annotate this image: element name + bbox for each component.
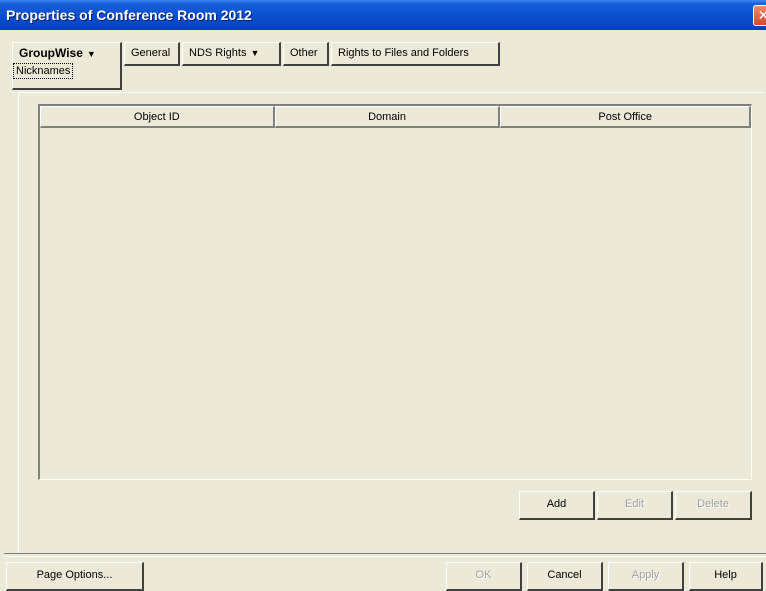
tab-label: Rights to Files and Folders <box>338 47 469 59</box>
table-header: Object ID Domain Post Office <box>40 106 751 128</box>
delete-button[interactable]: Delete <box>675 491 752 520</box>
tab-rights-to-files-and-folders[interactable]: Rights to Files and Folders <box>331 42 500 66</box>
ok-button[interactable]: OK <box>446 562 522 591</box>
window-title: Properties of Conference Room 2012 <box>6 7 252 23</box>
close-button[interactable]: ✕ <box>753 5 766 26</box>
footer-separator <box>4 553 766 557</box>
add-button[interactable]: Add <box>519 491 595 520</box>
tab-label: GroupWise <box>19 46 83 60</box>
subtab-nicknames[interactable]: Nicknames <box>13 63 74 79</box>
cancel-button[interactable]: Cancel <box>527 562 603 591</box>
column-header-post-office[interactable]: Post Office <box>500 106 751 128</box>
tab-label: General <box>131 47 171 59</box>
nicknames-table[interactable]: Object ID Domain Post Office <box>38 104 752 480</box>
chevron-down-icon[interactable]: ▼ <box>87 49 96 59</box>
column-header-domain[interactable]: Domain <box>274 106 501 128</box>
apply-button[interactable]: Apply <box>608 562 684 591</box>
tab-general[interactable]: General <box>124 42 180 66</box>
tab-other[interactable]: Other <box>283 42 329 66</box>
tab-label: Other <box>290 47 318 59</box>
tab-label: NDS Rights <box>189 47 247 59</box>
column-header-object-id[interactable]: Object ID <box>40 106 275 128</box>
help-button[interactable]: Help <box>689 562 763 591</box>
chevron-down-icon[interactable]: ▼ <box>250 48 259 58</box>
tab-groupwise[interactable]: GroupWise ▼ Nicknames <box>12 42 122 90</box>
title-bar: Properties of Conference Room 2012 ✕ <box>0 0 766 30</box>
page-options-button[interactable]: Page Options... <box>6 562 144 591</box>
close-icon: ✕ <box>757 7 766 23</box>
edit-button[interactable]: Edit <box>597 491 673 520</box>
tab-nds-rights[interactable]: NDS Rights ▼ <box>182 42 281 66</box>
